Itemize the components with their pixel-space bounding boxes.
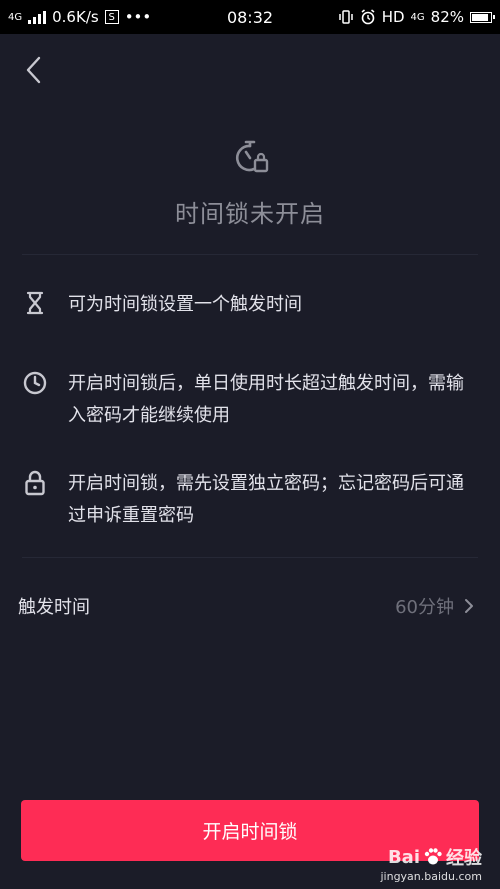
watermark-brand-left: Bai	[387, 846, 420, 868]
timer-lock-icon	[235, 140, 269, 173]
page-title: 时间锁未开启	[175, 200, 325, 228]
status-bar: 4G 0.6K/s S ••• 08:32 HD 4G 82%	[0, 0, 500, 34]
hourglass-icon	[26, 291, 44, 315]
feature-text-password: 开启时间锁，需先设置独立密码；忘记密码后可通过申诉重置密码	[68, 473, 464, 526]
clock-icon	[23, 371, 47, 395]
chevron-left-icon	[26, 56, 41, 84]
trigger-time-label: 触发时间	[18, 597, 90, 618]
feature-item-usage: 开启时间锁后，单日使用时长超过触发时间，需输入密码才能继续使用	[22, 368, 470, 432]
watermark: Bai 经验 jingyan.baidu.com	[380, 844, 482, 884]
feature-text-usage: 开启时间锁后，单日使用时长超过触发时间，需输入密码才能继续使用	[68, 373, 464, 426]
status-left: 4G 0.6K/s S •••	[8, 8, 151, 26]
battery-icon	[470, 11, 495, 23]
vibrate-icon	[338, 10, 353, 24]
trigger-time-value: 60分钟	[395, 597, 454, 618]
paw-icon	[424, 848, 442, 865]
divider-top	[22, 254, 478, 255]
trigger-time-row[interactable]: 触发时间 60分钟	[18, 588, 474, 624]
feature-item-password: 开启时间锁，需先设置独立密码；忘记密码后可通过申诉重置密码	[22, 468, 470, 532]
network-speed: 0.6K/s	[52, 8, 99, 26]
feature-item-trigger: 可为时间锁设置一个触发时间	[22, 289, 470, 321]
alarm-icon	[361, 9, 375, 25]
more-icon: •••	[124, 8, 152, 26]
status-right: HD 4G 82%	[338, 8, 495, 26]
signal-icon	[28, 10, 47, 24]
network-type-right: 4G	[410, 11, 425, 23]
divider-bottom	[22, 557, 478, 558]
hero-section: 时间锁未开启	[0, 138, 500, 229]
hd-label: HD	[381, 8, 405, 26]
battery-percent: 82%	[430, 8, 464, 26]
feature-text-trigger: 可为时间锁设置一个触发时间	[68, 294, 302, 315]
chevron-right-icon	[465, 599, 473, 613]
lock-icon	[25, 470, 45, 496]
back-button[interactable]	[18, 52, 50, 88]
watermark-url: jingyan.baidu.com	[380, 870, 482, 883]
sim-icon: S	[104, 10, 119, 24]
network-type-left: 4G	[8, 11, 23, 23]
watermark-brand-right: 经验	[446, 848, 482, 869]
